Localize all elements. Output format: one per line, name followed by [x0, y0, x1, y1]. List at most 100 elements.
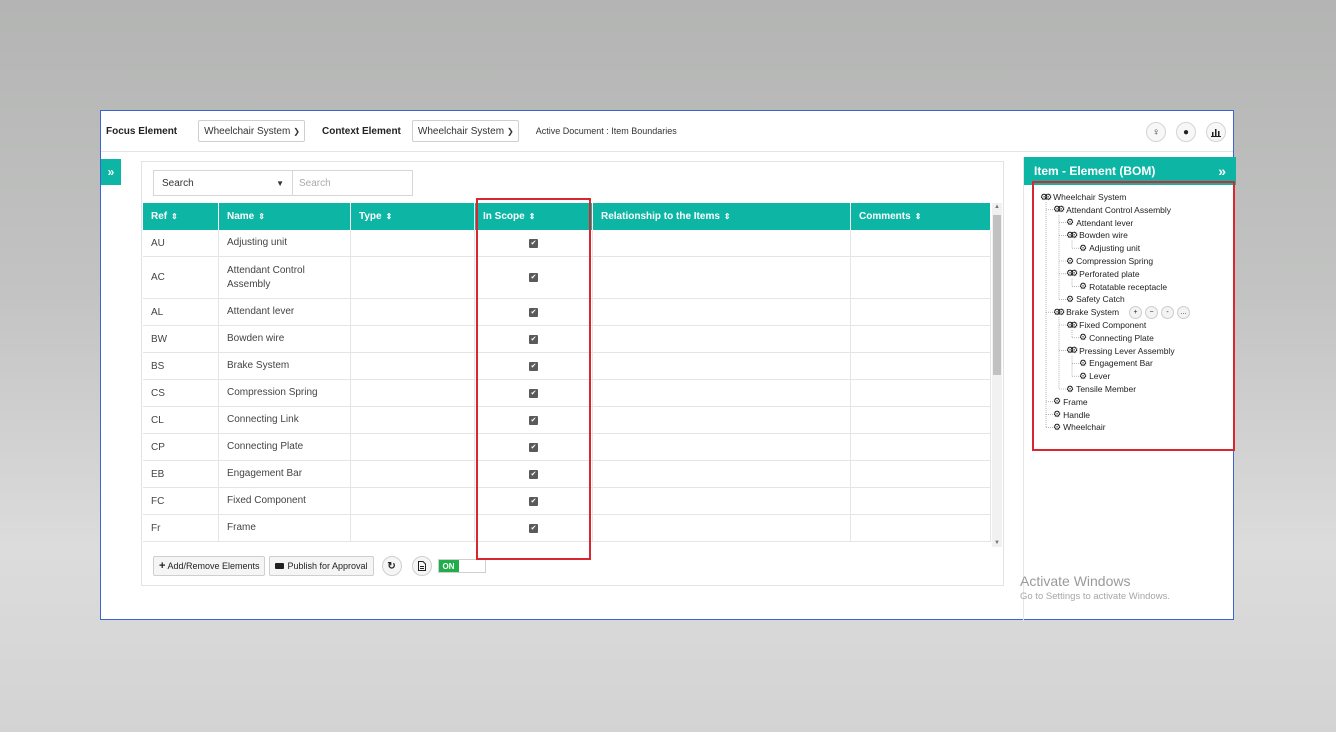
in-scope-checkbox[interactable]: ✔	[529, 523, 538, 533]
scroll-up-icon[interactable]: ▲	[992, 204, 1002, 210]
tree-node[interactable]: ⚙ Frame	[1053, 396, 1088, 408]
column-header-type[interactable]: Type ⇕	[351, 203, 475, 230]
remove-node-icon[interactable]: −	[1145, 305, 1159, 319]
in-scope-checkbox[interactable]: ✔	[529, 469, 538, 479]
plus-icon: +	[159, 560, 166, 572]
tree-node[interactable]: ⚙⚙ Brake System + − -…	[1053, 305, 1193, 319]
column-header-name[interactable]: Name ⇕	[219, 203, 351, 230]
table-row[interactable]: EB Engagement Bar ✔	[143, 461, 991, 488]
focus-element-dropdown[interactable]: Wheelchair System ❯	[198, 120, 305, 142]
collapse-sidebar-icon[interactable]: »	[1218, 163, 1226, 179]
venus-icon-button[interactable]: ♀	[1146, 122, 1166, 142]
in-scope-checkbox[interactable]: ✔	[529, 442, 538, 452]
tree-node[interactable]: ⚙⚙ Attendant Control Assembly	[1053, 204, 1171, 216]
watermark-title: Activate Windows	[1020, 573, 1131, 589]
cell-type	[351, 230, 475, 256]
column-header-label: Comments	[859, 211, 911, 222]
cell-type	[351, 380, 475, 406]
expand-left-panel-button[interactable]: »	[101, 159, 121, 185]
more-icon[interactable]: …	[1177, 305, 1191, 319]
cell-type	[351, 515, 475, 541]
table-row[interactable]: AU Adjusting unit ✔	[143, 230, 991, 257]
scrollbar-thumb[interactable]	[993, 215, 1001, 375]
tree-node[interactable]: ⚙ Handle	[1053, 409, 1090, 421]
tree-node[interactable]: ⚙ Engagement Bar	[1079, 357, 1153, 369]
in-scope-checkbox[interactable]: ✔	[529, 307, 538, 317]
publish-label: Publish for Approval	[287, 561, 368, 571]
publish-for-approval-button[interactable]: Publish for Approval	[269, 556, 374, 576]
search-field-select[interactable]: Search ▼	[153, 170, 293, 196]
search-input-placeholder: Search	[299, 177, 331, 189]
table-row[interactable]: AC Attendant Control Assembly ✔	[143, 257, 991, 299]
cell-ref: FC	[143, 488, 219, 514]
cell-name: Adjusting unit	[219, 230, 351, 256]
cell-text: Fixed Component	[227, 495, 306, 506]
drop-icon-button[interactable]: ●	[1176, 122, 1196, 142]
in-scope-checkbox[interactable]: ✔	[529, 415, 538, 425]
sort-icon: ⇕	[385, 212, 393, 221]
search-input[interactable]: Search	[293, 170, 413, 196]
cell-text: Attendant lever	[227, 306, 295, 317]
table-row[interactable]: BS Brake System ✔	[143, 353, 991, 380]
tree-node[interactable]: ⚙ Rotatable receptacle	[1079, 281, 1167, 293]
cell-ref: BW	[143, 326, 219, 352]
gear-icon: ⚙	[1053, 409, 1062, 420]
cell-text: Compression Spring	[227, 387, 318, 398]
column-header-relationship[interactable]: Relationship to the Items ⇕	[593, 203, 851, 230]
tree-node[interactable]: ⚙ Attendant lever	[1066, 217, 1133, 229]
tree-node-label: Attendant lever	[1076, 217, 1134, 228]
scroll-down-icon[interactable]: ▼	[992, 540, 1002, 546]
table-row[interactable]: Fr Frame ✔	[143, 515, 991, 542]
tree-node[interactable]: ⚙ Wheelchair	[1053, 421, 1106, 433]
cell-text: CS	[151, 387, 165, 399]
tree-node[interactable]: ⚙ Safety Catch	[1066, 293, 1125, 305]
column-header-ref[interactable]: Ref ⇕	[143, 203, 219, 230]
context-element-dropdown[interactable]: Wheelchair System ❯	[411, 120, 519, 142]
tree-node[interactable]: ⚙ Lever	[1079, 370, 1110, 382]
table-row[interactable]: AL Attendant lever ✔	[143, 299, 991, 326]
in-scope-checkbox[interactable]: ✔	[529, 361, 538, 371]
on-off-toggle[interactable]: ON	[437, 559, 486, 573]
table-row[interactable]: FC Fixed Component ✔	[143, 488, 991, 515]
tree-node[interactable]: ⚙ Adjusting unit	[1079, 242, 1140, 254]
tree-node[interactable]: ⚙⚙ Perforated plate	[1066, 268, 1140, 280]
tree-node[interactable]: ⚙⚙ Wheelchair System	[1040, 191, 1126, 203]
tree-node-label: Frame	[1063, 396, 1088, 407]
gears-icon: ⚙⚙	[1040, 191, 1052, 202]
add-node-icon[interactable]: +	[1129, 305, 1143, 319]
cell-comments	[851, 434, 991, 460]
tree-node-label: Compression Spring	[1076, 256, 1154, 266]
focus-element-label: Focus Element	[106, 125, 178, 137]
tree-node[interactable]: ⚙⚙ Pressing Lever Assembly	[1066, 345, 1175, 357]
column-header-in-scope[interactable]: In Scope ⇕	[475, 203, 593, 230]
document-button[interactable]	[411, 556, 432, 576]
refresh-button[interactable]: ↻	[381, 556, 402, 576]
in-scope-checkbox[interactable]: ✔	[529, 238, 538, 248]
tree-node[interactable]: ⚙ Compression Spring	[1066, 255, 1153, 267]
table-scrollbar[interactable]: ▲ ▼	[992, 203, 1002, 547]
tree-node[interactable]: ⚙⚙ Bowden wire	[1066, 229, 1128, 241]
table-row[interactable]: CS Compression Spring ✔	[143, 380, 991, 407]
table-row[interactable]: BW Bowden wire ✔	[143, 326, 991, 353]
context-element-label: Context Element	[321, 125, 401, 137]
tree-node[interactable]: ⚙⚙ Fixed Component	[1066, 319, 1146, 331]
tree-node[interactable]: ⚙ Connecting Plate	[1079, 332, 1154, 344]
cell-relationship	[593, 461, 851, 487]
cell-comments	[851, 488, 991, 514]
add-remove-elements-button[interactable]: + Add/Remove Elements	[153, 556, 266, 576]
in-scope-checkbox[interactable]: ✔	[529, 388, 538, 398]
cell-text: BS	[151, 360, 165, 372]
tree-node-label: Rotatable receptacle	[1089, 281, 1168, 292]
tree-node[interactable]: ⚙ Tensile Member	[1066, 383, 1136, 395]
cell-text: AC	[151, 272, 165, 283]
cell-in-scope: ✔	[475, 407, 593, 433]
cell-comments	[851, 257, 991, 298]
column-header-comments[interactable]: Comments ⇕	[851, 203, 991, 230]
table-row[interactable]: CP Connecting Plate ✔	[143, 434, 991, 461]
in-scope-checkbox[interactable]: ✔	[529, 273, 538, 282]
table-row[interactable]: CL Connecting Link ✔	[143, 407, 991, 434]
in-scope-checkbox[interactable]: ✔	[529, 334, 538, 344]
bar-chart-icon-button[interactable]	[1206, 122, 1226, 142]
collapse-node-icon[interactable]: -	[1161, 305, 1175, 319]
in-scope-checkbox[interactable]: ✔	[529, 496, 538, 506]
